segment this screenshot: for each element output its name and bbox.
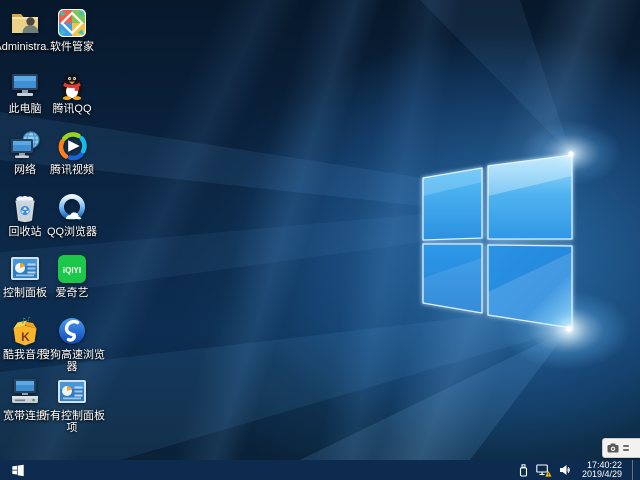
start-button[interactable]: [0, 460, 36, 480]
user-folder-icon: [8, 6, 42, 40]
desktop-icon-software-manager[interactable]: 软件管家: [38, 6, 106, 53]
desktop-icon-iqiyi[interactable]: iQIYI 爱奇艺: [38, 252, 106, 299]
desktop-icon-tencent-qq[interactable]: 腾讯QQ: [38, 68, 106, 115]
computer-icon: [8, 68, 42, 102]
desktop-icon-label: 此电脑: [9, 103, 42, 115]
tencent-video-icon: [55, 129, 89, 163]
recycle-bin-icon: [8, 191, 42, 225]
usb-device-icon[interactable]: [518, 460, 529, 480]
network-warning-icon[interactable]: [536, 460, 552, 480]
iqiyi-icon: iQIYI: [55, 252, 89, 286]
desktop-icon-label: 腾讯QQ: [52, 103, 91, 115]
desktop-icon-label: QQ浏览器: [47, 226, 97, 238]
svg-text:K: K: [21, 330, 30, 344]
svg-text:♪: ♪: [21, 317, 26, 326]
desktop-wallpaper[interactable]: Administra... 软件管家 此电脑 腾讯QQ 网络 腾讯视频 回收站 …: [0, 0, 640, 460]
desktop-icon-label: 所有控制面板项: [38, 410, 106, 434]
taskbar: 17:40:22 2019/4/29: [0, 460, 640, 480]
desktop-icon-label: 回收站: [9, 226, 42, 238]
desktop-icon-tencent-video[interactable]: 腾讯视频: [38, 129, 106, 176]
capture-widget[interactable]: [602, 438, 640, 458]
svg-text:iQIYI: iQIYI: [63, 266, 81, 275]
svg-text:♪: ♪: [27, 316, 31, 323]
qq-browser-icon: [55, 191, 89, 225]
clock-date: 2019/4/29: [582, 470, 622, 480]
kuwo-music-icon: K ♪♪: [8, 314, 42, 348]
desktop-icon-qq-browser[interactable]: QQ浏览器: [38, 191, 106, 238]
broadband-icon: [8, 375, 42, 409]
network-globe-icon: [8, 129, 42, 163]
taskbar-clock[interactable]: 17:40:22 2019/4/29: [579, 461, 625, 480]
sogou-browser-icon: [55, 314, 89, 348]
taskbar-empty-area[interactable]: [36, 460, 518, 480]
desktop-icon-sogou-browser[interactable]: 搜狗高速浏览器: [38, 314, 106, 373]
desktop-icon-label: 搜狗高速浏览器: [38, 349, 106, 373]
desktop-icon-label: 软件管家: [50, 41, 94, 53]
desktop-icon-label: 腾讯视频: [50, 164, 94, 176]
desktop-icon-label: 网络: [14, 164, 36, 176]
menu-lines-icon[interactable]: [623, 445, 629, 451]
camera-icon[interactable]: [607, 443, 619, 453]
volume-icon[interactable]: [559, 460, 572, 480]
control-panel-icon: [8, 252, 42, 286]
desktop-icon-label: 爱奇艺: [56, 287, 89, 299]
control-panel-icon: [55, 375, 89, 409]
system-tray: 17:40:22 2019/4/29: [518, 460, 640, 480]
show-desktop-button[interactable]: [632, 460, 637, 480]
software-manager-icon: [55, 6, 89, 40]
qq-penguin-icon: [55, 68, 89, 102]
windows-logo-icon: [11, 463, 25, 477]
desktop-icon-all-control-panel[interactable]: 所有控制面板项: [38, 375, 106, 434]
